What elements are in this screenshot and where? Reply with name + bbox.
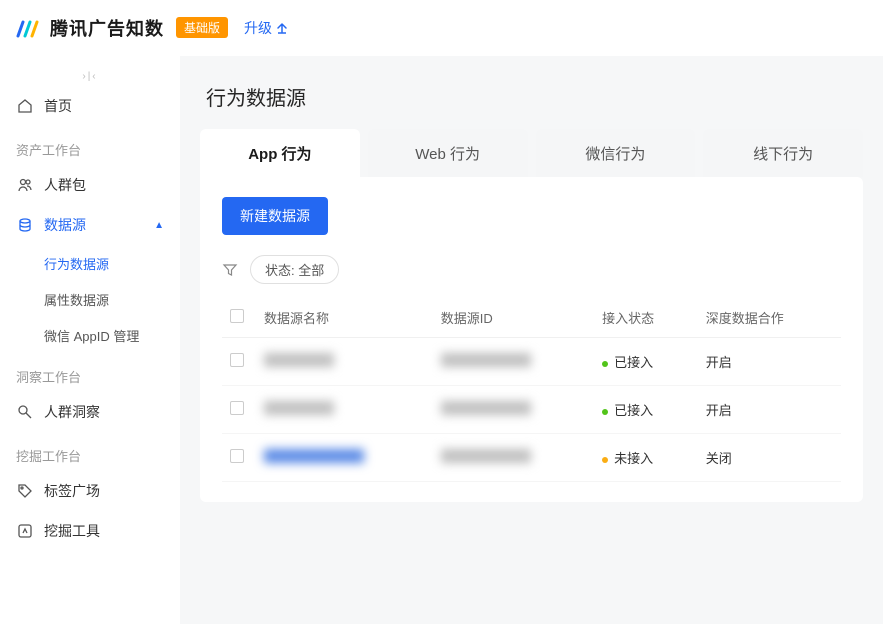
col-deep: 深度数据合作 [698,298,841,338]
datasource-id [441,353,531,367]
row-checkbox[interactable] [230,449,244,463]
page-title: 行为数据源 [206,82,863,111]
tab-web-behavior[interactable]: Web 行为 [368,129,528,177]
status-filter-chip[interactable]: 状态: 全部 [250,255,339,284]
col-id: 数据源ID [433,298,594,338]
table-row: 已接入开启 [222,338,841,386]
datasource-name [264,449,364,463]
col-name: 数据源名称 [256,298,433,338]
new-datasource-button[interactable]: 新建数据源 [222,197,328,235]
sidebar-item-tag-square[interactable]: 标签广场 [0,471,180,511]
users-icon [16,176,34,194]
sidebar-collapse-toggle[interactable]: ›|‹ [0,66,180,86]
sidebar-item-label: 人群包 [44,175,86,195]
col-status: 接入状态 [594,298,698,338]
insight-icon [16,403,34,421]
filter-icon[interactable] [222,262,238,278]
sidebar-item-crowd-insight[interactable]: 人群洞察 [0,392,180,432]
deep-cooperation: 关闭 [698,434,841,482]
sidebar-item-label: 人群洞察 [44,402,100,422]
deep-cooperation: 开启 [698,338,841,386]
tag-icon [16,482,34,500]
upgrade-link[interactable]: 升级 [244,18,288,38]
sidebar-section-asset: 资产工作台 [0,126,180,165]
datasource-table: 数据源名称 数据源ID 接入状态 深度数据合作 已接入开启已接入开启未接入关闭 [222,298,841,482]
datasource-name [264,401,334,415]
filter-bar: 状态: 全部 [222,255,841,284]
sidebar-section-mining: 挖掘工作台 [0,432,180,471]
app-header: 腾讯广告知数 基础版 升级 [0,0,883,56]
sidebar-item-label: 数据源 [44,215,86,235]
sidebar-item-audience[interactable]: 人群包 [0,165,180,205]
chevron-up-icon: ▲ [154,220,164,231]
logo-icon [16,16,40,40]
edition-badge: 基础版 [176,17,228,38]
row-checkbox[interactable] [230,353,244,367]
tabs: App 行为 Web 行为 微信行为 线下行为 [200,129,863,177]
upgrade-icon [276,22,288,34]
sidebar-item-mining-tool[interactable]: 挖掘工具 [0,511,180,551]
sidebar-section-insight: 洞察工作台 [0,353,180,392]
tab-app-behavior[interactable]: App 行为 [200,129,360,177]
select-all-checkbox[interactable] [230,309,244,323]
datasource-name [264,353,334,367]
access-status: 已接入 [594,338,698,386]
sidebar: ›|‹ 首页 资产工作台 人群包 数据源 ▲ 行为数据源 属性数据源 微信 Ap… [0,56,180,624]
tab-offline-behavior[interactable]: 线下行为 [703,129,863,177]
database-icon [16,216,34,234]
sidebar-sub-behavior-ds[interactable]: 行为数据源 [0,245,180,281]
table-row: 已接入开启 [222,386,841,434]
panel: 新建数据源 状态: 全部 数据源名称 数据源ID 接入状态 深度数据合作 已接入… [200,177,863,502]
tool-icon [16,522,34,540]
sidebar-item-label: 标签广场 [44,481,100,501]
tab-wechat-behavior[interactable]: 微信行为 [536,129,696,177]
sidebar-item-label: 挖掘工具 [44,521,100,541]
main-content: 行为数据源 App 行为 Web 行为 微信行为 线下行为 新建数据源 状态: … [180,56,883,624]
sidebar-item-datasource[interactable]: 数据源 ▲ [0,205,180,245]
sidebar-item-label: 首页 [44,96,72,116]
home-icon [16,97,34,115]
access-status: 未接入 [594,434,698,482]
sidebar-sub-attribute-ds[interactable]: 属性数据源 [0,281,180,317]
row-checkbox[interactable] [230,401,244,415]
access-status: 已接入 [594,386,698,434]
datasource-id [441,401,531,415]
deep-cooperation: 开启 [698,386,841,434]
datasource-id [441,449,531,463]
table-row: 未接入关闭 [222,434,841,482]
sidebar-item-home[interactable]: 首页 [0,86,180,126]
sidebar-sub-wxappid[interactable]: 微信 AppID 管理 [0,317,180,353]
app-name: 腾讯广告知数 [50,15,164,41]
